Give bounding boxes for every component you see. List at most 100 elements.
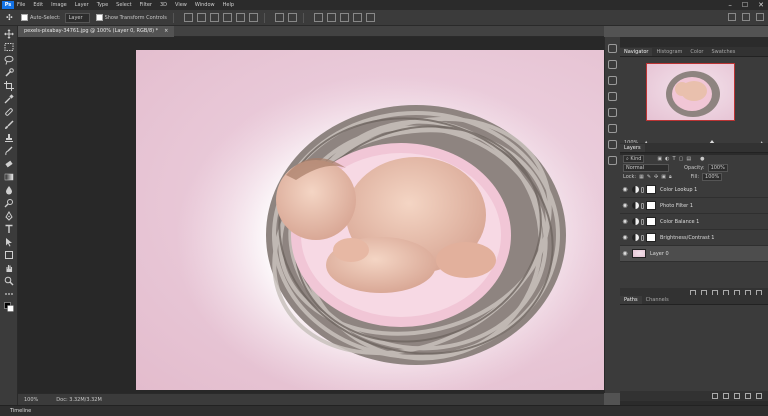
3d-rotate-icon[interactable] xyxy=(326,13,336,22)
character-icon[interactable] xyxy=(608,76,617,85)
maximize-button[interactable]: ☐ xyxy=(742,1,748,9)
lock-all-icon[interactable]: 🔒︎ xyxy=(669,174,672,180)
lock-artboard-icon[interactable]: ▣ xyxy=(661,174,666,180)
pen-icon[interactable] xyxy=(4,211,14,221)
more-icon[interactable] xyxy=(4,289,14,299)
close-button[interactable]: ✕ xyxy=(758,1,764,9)
align-top-icon[interactable] xyxy=(222,13,232,22)
distribute-icon[interactable] xyxy=(274,13,284,22)
layer-name[interactable]: Layer 0 xyxy=(650,251,669,257)
menu-3d[interactable]: 3D xyxy=(160,2,167,8)
tab-navigator[interactable]: Navigator xyxy=(620,48,653,56)
align-right-icon[interactable] xyxy=(209,13,219,22)
selection-path-icon[interactable] xyxy=(734,393,740,399)
fill-path-icon[interactable] xyxy=(712,393,718,399)
clone-stamp-icon[interactable] xyxy=(4,133,14,143)
layer-name[interactable]: Color Balance 1 xyxy=(660,219,699,225)
filter-type-icon[interactable]: T xyxy=(673,156,676,162)
crop-icon[interactable] xyxy=(4,81,14,91)
layer-row[interactable]: ◉ Brightness/Contrast 1 xyxy=(620,230,768,246)
menu-window[interactable]: Window xyxy=(195,2,215,8)
menu-view[interactable]: View xyxy=(175,2,187,8)
info-icon[interactable] xyxy=(608,156,617,165)
layer-thumbnail[interactable] xyxy=(632,249,646,258)
tab-channels[interactable]: Channels xyxy=(642,296,673,304)
menu-edit[interactable]: Edit xyxy=(33,2,43,8)
tab-swatches[interactable]: Swatches xyxy=(707,48,739,56)
auto-select-dropdown[interactable]: Layer xyxy=(64,12,90,23)
layer-mask-thumbnail[interactable] xyxy=(646,217,656,226)
eyedropper-icon[interactable] xyxy=(4,94,14,104)
filter-smart-icon[interactable]: ▤ xyxy=(686,156,691,162)
dodge-icon[interactable] xyxy=(4,198,14,208)
mask-link-icon[interactable] xyxy=(641,234,644,241)
quick-select-icon[interactable] xyxy=(4,68,14,78)
eraser-icon[interactable] xyxy=(4,159,14,169)
zoom-level[interactable]: 100% xyxy=(24,397,38,403)
move-tool-icon[interactable]: ✣ xyxy=(6,13,15,22)
minimize-button[interactable]: – xyxy=(728,1,732,9)
3d-scale-icon[interactable] xyxy=(365,13,375,22)
brush-settings-icon[interactable] xyxy=(608,108,617,117)
layer-row[interactable]: ◉ Color Balance 1 xyxy=(620,214,768,230)
close-tab-icon[interactable]: × xyxy=(164,26,168,37)
transform-controls-checkbox[interactable] xyxy=(95,14,103,21)
brush-icon[interactable] xyxy=(4,120,14,130)
blur-icon[interactable] xyxy=(4,185,14,195)
menu-type[interactable]: Type xyxy=(97,2,108,8)
layer-row-selected[interactable]: ◉ Layer 0 xyxy=(620,246,768,262)
menu-file[interactable]: File xyxy=(17,2,25,8)
adjustments-icon[interactable] xyxy=(608,60,617,69)
mask-link-icon[interactable] xyxy=(641,202,644,209)
zoom-icon[interactable] xyxy=(4,276,14,286)
3d-pan-icon[interactable] xyxy=(339,13,349,22)
tab-histogram[interactable]: Histogram xyxy=(652,48,686,56)
menu-select[interactable]: Select xyxy=(116,2,131,8)
3d-mode-icon[interactable] xyxy=(313,13,323,22)
layer-mask-thumbnail[interactable] xyxy=(646,233,656,242)
visibility-eye-icon[interactable]: ◉ xyxy=(620,234,630,241)
lock-position-icon[interactable]: ✣ xyxy=(654,174,658,180)
mask-link-icon[interactable] xyxy=(641,218,644,225)
align-middle-icon[interactable] xyxy=(235,13,245,22)
properties-icon[interactable] xyxy=(608,124,617,133)
history-icon[interactable] xyxy=(608,44,617,53)
gradient-icon[interactable] xyxy=(4,172,14,182)
layer-name[interactable]: Color Lookup 1 xyxy=(660,187,697,193)
mask-link-icon[interactable] xyxy=(641,186,644,193)
tab-color[interactable]: Color xyxy=(686,48,707,56)
visibility-eye-icon[interactable]: ◉ xyxy=(620,218,630,225)
healing-icon[interactable] xyxy=(4,107,14,117)
new-path-icon[interactable] xyxy=(745,393,751,399)
share-icon[interactable] xyxy=(756,13,764,21)
layer-row[interactable]: ◉ Color Lookup 1 xyxy=(620,182,768,198)
layer-name[interactable]: Brightness/Contrast 1 xyxy=(660,235,714,241)
timeline-tab[interactable]: Timeline xyxy=(10,408,31,414)
auto-select-checkbox[interactable] xyxy=(21,14,28,21)
menu-filter[interactable]: Filter xyxy=(140,2,152,8)
lock-pixels-icon[interactable]: ▦ xyxy=(639,174,644,180)
stroke-path-icon[interactable] xyxy=(723,393,729,399)
paragraph-icon[interactable] xyxy=(608,92,617,101)
document-tab[interactable]: pexels-pixabay-34761.jpg @ 100% (Layer 0… xyxy=(18,26,175,37)
delete-path-icon[interactable] xyxy=(756,393,762,399)
lock-paint-icon[interactable]: ✎ xyxy=(647,174,651,180)
fill-field[interactable]: 100% xyxy=(702,172,723,181)
filter-adjust-icon[interactable]: ◐ xyxy=(665,156,669,162)
visibility-eye-icon[interactable]: ◉ xyxy=(620,250,630,257)
app-logo[interactable]: Ps xyxy=(2,1,14,9)
type-icon[interactable] xyxy=(4,224,14,234)
tab-paths[interactable]: Paths xyxy=(620,296,642,304)
layer-mask-thumbnail[interactable] xyxy=(646,201,656,210)
color-swatches-icon[interactable] xyxy=(4,302,14,312)
history-brush-icon[interactable] xyxy=(4,146,14,156)
search-icon[interactable] xyxy=(728,13,736,21)
align-bottom-icon[interactable] xyxy=(248,13,258,22)
shape-icon[interactable] xyxy=(4,250,14,260)
align-left-icon[interactable] xyxy=(183,13,193,22)
visibility-eye-icon[interactable]: ◉ xyxy=(620,202,630,209)
menu-layer[interactable]: Layer xyxy=(75,2,89,8)
visibility-eye-icon[interactable]: ◉ xyxy=(620,186,630,193)
lasso-icon[interactable] xyxy=(4,55,14,65)
styles-icon[interactable] xyxy=(608,140,617,149)
